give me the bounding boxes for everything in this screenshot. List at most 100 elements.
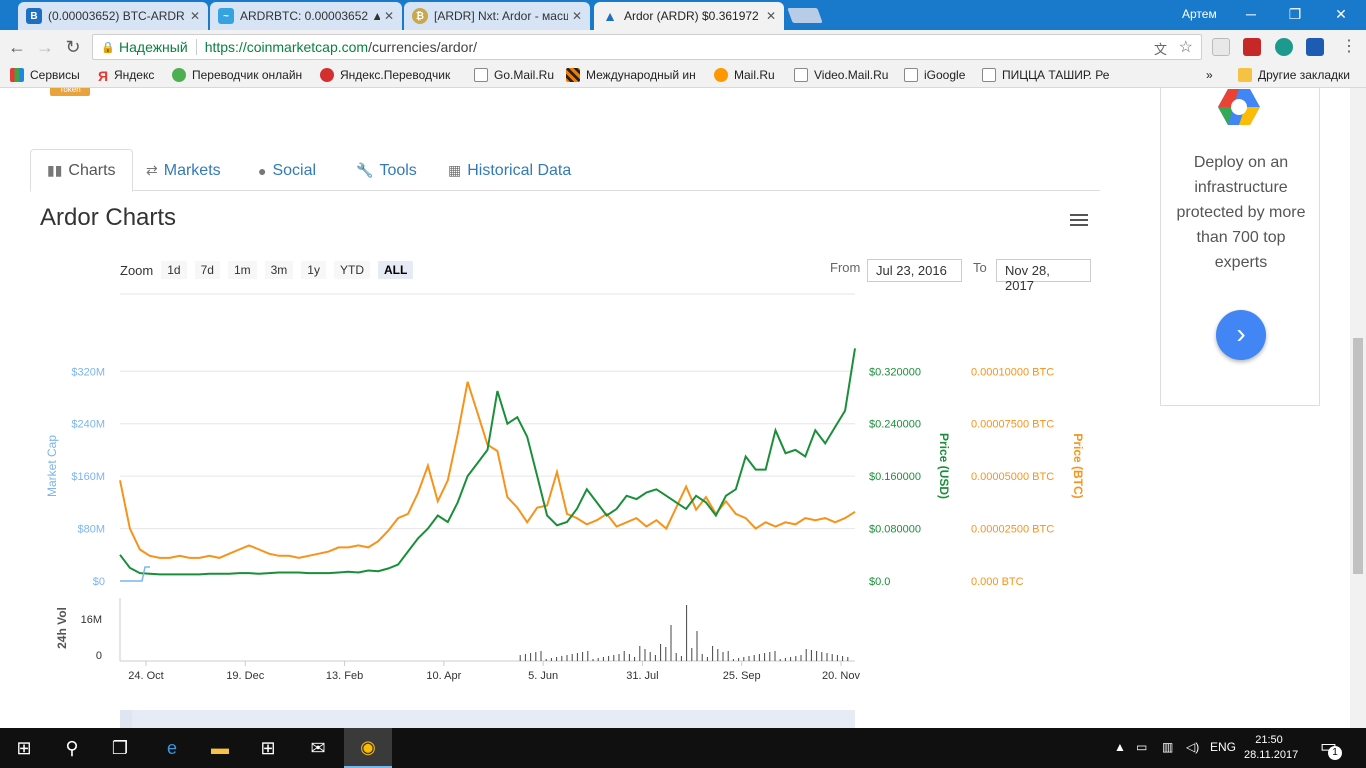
zoom-1d-button[interactable]: 1d	[161, 261, 187, 279]
close-icon[interactable]: ✕	[384, 9, 394, 23]
market-cap-tick-label: $160M	[71, 471, 105, 483]
chart-menu-icon[interactable]	[1070, 214, 1088, 228]
new-tab-button[interactable]	[787, 8, 823, 23]
translate-icon[interactable]: 文	[1154, 39, 1167, 58]
file-explorer-icon[interactable]: ▬	[196, 728, 244, 768]
chrome-icon[interactable]: ◉	[344, 728, 392, 768]
address-bar[interactable]: 🔒 Надежный https://coinmarketcap.com/cur…	[92, 34, 1202, 60]
shield-icon[interactable]	[1212, 38, 1230, 56]
price-chart[interactable]: $0 $0.0 0.000 BTC $80M $0.080000 0.00002500 B…	[40, 288, 1100, 708]
page-icon	[794, 68, 808, 82]
chevron-right-icon[interactable]: ›	[1216, 310, 1266, 360]
clock[interactable]: 21:50 28.11.2017	[1244, 733, 1298, 763]
close-icon[interactable]: ✕	[766, 9, 776, 23]
to-date-input[interactable]: Nov 28, 2017	[996, 259, 1091, 293]
other-bookmarks[interactable]: Другие закладки	[1238, 68, 1350, 82]
more-bookmarks-button[interactable]: »	[1206, 68, 1213, 82]
bookmark-item[interactable]: Сервисы	[10, 68, 80, 82]
reload-icon[interactable]: ↻	[62, 36, 84, 58]
bookmark-item[interactable]: Международный ин	[566, 68, 696, 82]
scrollbar-thumb[interactable]	[1353, 338, 1363, 574]
bookmark-item[interactable]: Go.Mail.Ru	[474, 68, 554, 82]
apps-icon	[10, 68, 24, 82]
extension-icon[interactable]	[1275, 38, 1293, 56]
btc-tick-label: 0.00005000 BTC	[971, 471, 1054, 483]
browser-tab[interactable]: B (0.00003652) BTC-ARDR ✕	[18, 2, 208, 30]
bookmark-item[interactable]: iGoogle	[904, 68, 965, 82]
bookmark-item[interactable]: Яндекс.Переводчик	[320, 68, 450, 82]
forward-icon[interactable]: →	[34, 36, 56, 58]
google-cloud-icon	[1218, 89, 1260, 125]
tab-social[interactable]: ● Social	[242, 149, 332, 192]
profile-name[interactable]: Артем	[1182, 7, 1217, 21]
search-icon[interactable]: ⚲	[48, 728, 96, 768]
zoom-all-button[interactable]: ALL	[377, 261, 414, 279]
yandex-icon: Я	[98, 68, 109, 84]
edge-icon[interactable]: e	[148, 728, 196, 768]
extension-icon[interactable]	[1243, 38, 1261, 56]
to-label: To	[973, 260, 987, 275]
close-icon[interactable]: ✕	[190, 9, 200, 23]
tab-markets[interactable]: ⇄ Markets	[130, 149, 237, 192]
btc-tick-label: 0.000 BTC	[971, 576, 1024, 588]
market-cap-tick-label: $240M	[71, 419, 105, 431]
zoom-ytd-button[interactable]: YTD	[333, 261, 370, 279]
from-label: From	[830, 260, 861, 275]
market-cap-axis-label: Market Cap	[45, 435, 59, 497]
ardor-icon: ▲	[603, 8, 617, 24]
bittrex-icon: B	[26, 8, 42, 24]
bar-chart-icon: ▮▮	[47, 162, 63, 178]
zoom-1y-button[interactable]: 1y	[301, 261, 326, 279]
btc-tick-label: 0.00007500 BTC	[971, 419, 1054, 431]
x-tick-label: 13. Feb	[326, 670, 363, 682]
zoom-1m-button[interactable]: 1m	[227, 261, 257, 279]
power-icon[interactable]: ▭	[1136, 740, 1147, 754]
tab-charts[interactable]: ▮▮ Charts	[30, 149, 133, 192]
tab-historical-data[interactable]: ▦ Historical Data	[432, 149, 587, 192]
chart-grid	[120, 293, 855, 530]
network-icon[interactable]: ▥	[1162, 740, 1173, 754]
back-icon[interactable]: ←	[6, 36, 28, 58]
zoom-controls: Zoom 1d 7d 1m 3m 1y YTD ALL	[120, 260, 414, 280]
yandex-translate-icon	[320, 68, 334, 82]
browser-tab-active[interactable]: ▲ Ardor (ARDR) $0.361972 ✕	[594, 2, 784, 30]
extension-icon[interactable]	[1306, 38, 1324, 56]
minimize-button[interactable]: ─	[1236, 3, 1266, 25]
market-cap-tick-label: $80M	[77, 524, 105, 536]
tab-tools[interactable]: 🔧 Tools	[340, 149, 433, 192]
windows-start-icon[interactable]: ⊞	[0, 728, 48, 768]
x-tick-label: 20. Nov	[822, 670, 860, 682]
from-date-input[interactable]: Jul 23, 2016	[867, 259, 962, 282]
close-window-button[interactable]: ✕	[1326, 3, 1356, 25]
close-icon[interactable]: ✕	[572, 9, 582, 23]
address-toolbar: ← → ↻ 🔒 Надежный https://coinmarketcap.c…	[0, 30, 1366, 64]
url-domain: https://coinmarketcap.com	[204, 39, 369, 55]
up-arrow-icon[interactable]: ▲	[1114, 740, 1126, 754]
ad-panel[interactable]: Deploy on an infrastructure protected by…	[1160, 88, 1320, 406]
language-indicator[interactable]: ENG	[1210, 740, 1236, 754]
bookmark-item[interactable]: Video.Mail.Ru	[794, 68, 888, 82]
chart-navigator[interactable]	[120, 710, 855, 728]
tradingview-icon: ~	[218, 8, 234, 24]
x-tick-label: 10. Apr	[426, 670, 461, 682]
mail-icon[interactable]: ✉	[294, 728, 342, 768]
series-line	[119, 381, 856, 559]
star-icon[interactable]: ☆	[1179, 37, 1193, 57]
menu-icon[interactable]: ⋮	[1338, 36, 1360, 58]
volume-icon[interactable]: ◁)	[1186, 740, 1199, 754]
browser-tab[interactable]: ~ ARDRBTC: 0.00003652 ▲ ✕	[210, 2, 402, 30]
usd-tick-label: $0.080000	[869, 524, 921, 536]
task-view-icon[interactable]: ❐	[96, 728, 144, 768]
bookmark-item[interactable]: Mail.Ru	[714, 68, 775, 82]
bookmark-item[interactable]: Я Яндекс	[98, 68, 154, 84]
zoom-3m-button[interactable]: 3m	[264, 261, 294, 279]
page-scrollbar[interactable]	[1350, 88, 1366, 728]
zoom-7d-button[interactable]: 7d	[194, 261, 220, 279]
restore-button[interactable]: ❐	[1280, 3, 1310, 25]
bookmark-item[interactable]: Переводчик онлайн	[172, 68, 302, 82]
bookmark-item[interactable]: ПИЦЦА ТАШИР. Ре	[982, 68, 1109, 82]
store-icon[interactable]: ⊞	[244, 728, 292, 768]
x-tick-label: 24. Oct	[128, 670, 163, 682]
page-icon	[474, 68, 488, 82]
browser-tab[interactable]: ₿ [ARDR] Nxt: Ardor - масш ✕	[404, 2, 590, 30]
